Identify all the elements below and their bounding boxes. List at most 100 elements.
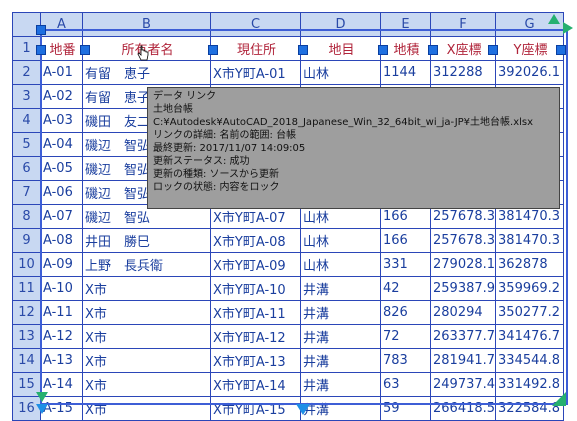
table-cell[interactable]: 257678.3 — [429, 228, 497, 253]
column-header-d[interactable]: D — [300, 12, 381, 37]
table-cell[interactable]: 現住所 — [210, 36, 301, 61]
table-cell[interactable]: 地積 — [380, 36, 431, 61]
column-header-a[interactable]: A — [40, 12, 83, 37]
table-cell[interactable]: 63 — [380, 372, 431, 397]
grip-handle[interactable] — [378, 45, 388, 55]
table-cell[interactable]: 上野 長兵衛 — [82, 252, 211, 277]
table-cell[interactable]: 362878 — [495, 252, 565, 277]
table-cell[interactable]: X市Y町A-13 — [210, 348, 301, 373]
table-cell[interactable]: 井溝 — [300, 276, 381, 301]
table-cell[interactable]: X市 — [82, 372, 211, 397]
table-cell[interactable]: 280294 — [429, 300, 497, 325]
table-cell[interactable]: 381470.3 — [495, 228, 565, 253]
table-cell[interactable]: X市Y町A-11 — [210, 300, 301, 325]
table-cell[interactable]: 331 — [380, 252, 431, 277]
table-cell[interactable]: 井溝 — [300, 396, 381, 421]
table-row[interactable]: 10 A-09 上野 長兵衛 X市Y町A-09 山林 331 279028.1 362878 — [12, 252, 565, 277]
column-header-c[interactable]: C — [210, 12, 301, 37]
table-cell[interactable]: X市Y町A-14 — [210, 372, 301, 397]
table-cell[interactable]: X市 — [82, 276, 211, 301]
table-row[interactable]: 11 A-10 X市 X市Y町A-10 井溝 42 259387.9 359969.2 — [12, 276, 565, 301]
table-cell[interactable]: 281941.7 — [429, 348, 497, 373]
table-cell[interactable]: 341476.7 — [495, 324, 565, 349]
table-row[interactable]: 2 A-01 有留 恵子 X市Y町A-01 山林 1144 312288 392026.1 — [12, 60, 565, 85]
column-header-f[interactable]: F — [429, 12, 497, 37]
table-cell[interactable]: 166 — [380, 228, 431, 253]
grip-handle[interactable] — [488, 45, 498, 55]
corner-grip-icon[interactable] — [552, 392, 566, 406]
row-header[interactable]: 14 — [12, 348, 41, 373]
grip-handle[interactable] — [208, 45, 218, 55]
table-cell[interactable]: 有留 恵子 — [82, 60, 211, 85]
row-header[interactable]: 4 — [12, 108, 41, 133]
triangle-grip-icon[interactable] — [36, 392, 48, 402]
triangle-grip-icon[interactable] — [548, 14, 560, 24]
table-cell[interactable]: X市 — [82, 396, 211, 421]
table-cell[interactable]: 地目 — [300, 36, 381, 61]
table-cell[interactable]: 山林 — [300, 60, 381, 85]
table-cell[interactable]: A-02 — [40, 84, 83, 109]
table-cell[interactable]: A-04 — [40, 132, 83, 157]
table-cell[interactable]: 42 — [380, 276, 431, 301]
grip-handle[interactable] — [80, 45, 90, 55]
table-row[interactable]: 1 地番 所有者名 現住所 地目 地積 X座標 Y座標 — [12, 36, 565, 61]
table-cell[interactable]: X市Y町A-09 — [210, 252, 301, 277]
grip-handle[interactable] — [36, 45, 46, 55]
table-cell[interactable]: A-01 — [40, 60, 83, 85]
table-cell[interactable]: A-13 — [40, 348, 83, 373]
table-cell[interactable]: 783 — [380, 348, 431, 373]
table-cell[interactable]: 地番 — [40, 36, 83, 61]
table-cell[interactable]: X市Y町A-01 — [210, 60, 301, 85]
table-row[interactable]: 13 A-12 X市 X市Y町A-12 井溝 72 263377.7 341476.7 — [12, 324, 565, 349]
table-cell[interactable]: 826 — [380, 300, 431, 325]
table-cell[interactable]: A-12 — [40, 324, 83, 349]
row-header[interactable]: 11 — [12, 276, 41, 301]
table-cell[interactable]: A-09 — [40, 252, 83, 277]
table-cell[interactable]: X市 — [82, 324, 211, 349]
table-cell[interactable]: 山林 — [300, 252, 381, 277]
table-cell[interactable]: X市Y町A-12 — [210, 324, 301, 349]
table-cell[interactable]: 359969.2 — [495, 276, 565, 301]
table-cell[interactable]: X市 — [82, 300, 211, 325]
table-grid[interactable]: A B C D E F G 1 地番 所有者名 現住所 地目 地積 X座標 Y座標 2 A-01 有… — [12, 12, 565, 421]
table-cell[interactable]: 249737.4 — [429, 372, 497, 397]
column-header-b[interactable]: B — [82, 12, 211, 37]
table-cell[interactable]: 263377.7 — [429, 324, 497, 349]
table-row[interactable]: 14 A-13 X市 X市Y町A-13 井溝 783 281941.7 334544.8 — [12, 348, 565, 373]
table-cell[interactable]: 266418.5 — [429, 396, 497, 421]
table-cell[interactable]: 井溝 — [300, 372, 381, 397]
triangle-grip-icon[interactable] — [296, 404, 310, 415]
table-cell[interactable]: A-03 — [40, 108, 83, 133]
table-cell[interactable]: 392026.1 — [495, 60, 565, 85]
table-cell[interactable]: 井溝 — [300, 300, 381, 325]
row-header[interactable]: 2 — [12, 60, 41, 85]
row-header[interactable]: 7 — [12, 180, 41, 205]
grip-handle[interactable] — [36, 25, 46, 35]
row-header[interactable]: 6 — [12, 156, 41, 181]
row-header[interactable]: 3 — [12, 84, 41, 109]
table-cell[interactable]: A-10 — [40, 276, 83, 301]
row-header[interactable]: 5 — [12, 132, 41, 157]
triangle-grip-icon[interactable] — [36, 404, 48, 414]
grip-handle[interactable] — [428, 45, 438, 55]
table-row[interactable]: 15 A-14 X市 X市Y町A-14 井溝 63 249737.4 331492.8 — [12, 372, 565, 397]
table-cell[interactable]: 72 — [380, 324, 431, 349]
row-header[interactable]: 10 — [12, 252, 41, 277]
table-row[interactable]: 16 A-15 X市 X市Y町A-15 井溝 59 266418.5 322584.8 — [12, 396, 565, 421]
table-cell[interactable]: 350277.2 — [495, 300, 565, 325]
column-header-e[interactable]: E — [380, 12, 431, 37]
table-cell[interactable]: 259387.9 — [429, 276, 497, 301]
table-cell[interactable]: 59 — [380, 396, 431, 421]
row-header[interactable]: 9 — [12, 228, 41, 253]
table-cell[interactable]: X市Y町A-15 — [210, 396, 301, 421]
table-cell[interactable]: A-05 — [40, 156, 83, 181]
table-cell[interactable]: A-11 — [40, 300, 83, 325]
table-cell[interactable]: Y座標 — [495, 36, 565, 61]
row-header[interactable]: 12 — [12, 300, 41, 325]
table-cell[interactable]: 山林 — [300, 228, 381, 253]
triangle-grip-icon[interactable] — [563, 22, 573, 34]
table-cell[interactable]: A-08 — [40, 228, 83, 253]
table-cell[interactable]: 井田 勝巳 — [82, 228, 211, 253]
table-cell[interactable]: 334544.8 — [495, 348, 565, 373]
table-cell[interactable]: A-06 — [40, 180, 83, 205]
